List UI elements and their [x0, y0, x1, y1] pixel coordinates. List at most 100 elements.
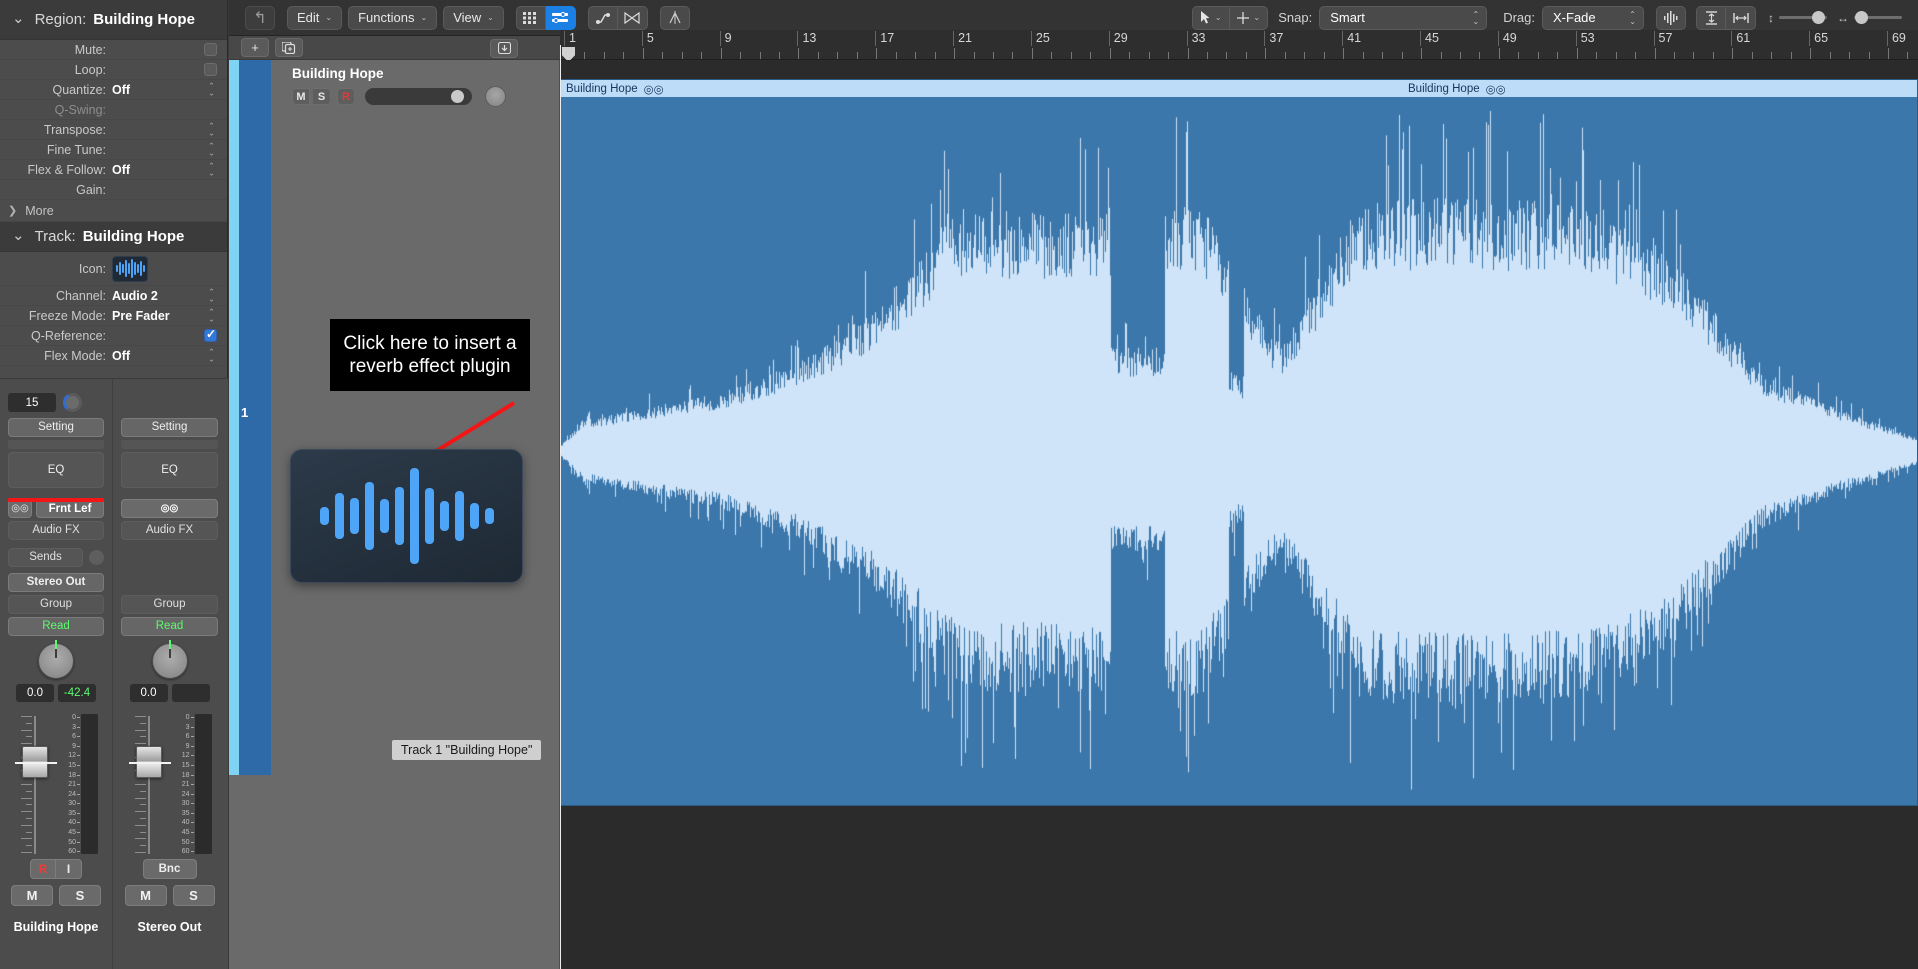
- eq-button[interactable]: EQ: [8, 452, 104, 488]
- track-record-button[interactable]: R: [337, 88, 355, 105]
- region-inspector-header[interactable]: ⌄ Region: Building Hope: [0, 0, 227, 40]
- duplicate-track-icon[interactable]: [275, 38, 303, 57]
- track-pan-knob[interactable]: [485, 86, 506, 107]
- stepper-icon[interactable]: ⌃ ⌄: [206, 308, 217, 323]
- inspector-row[interactable]: Freeze Mode: Pre Fader ⌃ ⌄: [0, 306, 227, 326]
- mute-button[interactable]: M: [11, 885, 53, 906]
- stepper-icon[interactable]: ⌃ ⌄: [206, 122, 217, 137]
- mute-button[interactable]: M: [124, 885, 167, 906]
- slider-track[interactable]: [1779, 11, 1827, 24]
- stepper-icon[interactable]: ⌃ ⌄: [206, 142, 217, 157]
- track-mute-button[interactable]: M: [292, 88, 310, 105]
- pointer-tool-icon[interactable]: ⌄: [1192, 5, 1231, 30]
- track-checkbox[interactable]: [204, 327, 217, 342]
- undo-arrow-icon[interactable]: ↰: [245, 5, 275, 30]
- inspector-row-value[interactable]: Off: [112, 349, 217, 363]
- track-volume-slider[interactable]: [365, 88, 472, 105]
- slider-thumb[interactable]: [1855, 11, 1868, 24]
- inspector-row[interactable]: Quantize: Off ⌃ ⌄: [0, 80, 227, 100]
- record-enable-icon[interactable]: [490, 38, 518, 58]
- region-checkbox[interactable]: [204, 43, 217, 56]
- inspector-row[interactable]: Gain:: [0, 180, 227, 200]
- audio-waveform-icon[interactable]: [112, 255, 148, 282]
- group-button[interactable]: Group: [121, 595, 218, 614]
- inspector-row[interactable]: Fine Tune: ⌃ ⌄: [0, 140, 227, 160]
- audio-fx-button[interactable]: Audio FX: [121, 521, 218, 540]
- audio-fx-button[interactable]: Audio FX: [8, 521, 104, 540]
- functions-menu[interactable]: Functions ⌄: [348, 5, 438, 30]
- bar-ruler[interactable]: 1 5 9 13 17 21 25 29 33 37 41 45 49 53 57 61 65 69: [560, 30, 1918, 62]
- inspector-row[interactable]: Flex & Follow: Off ⌃ ⌄: [0, 160, 227, 180]
- grid-view-icon[interactable]: [515, 5, 546, 30]
- inspector-row[interactable]: Q-Reference:: [0, 326, 227, 346]
- stepper-icon[interactable]: ⌃ ⌄: [206, 348, 217, 363]
- input-number-field[interactable]: 15: [8, 393, 56, 412]
- snap-select[interactable]: Smart ⌃ ⌄: [1319, 5, 1488, 30]
- drag-select[interactable]: X-Fade ⌃ ⌄: [1542, 5, 1644, 30]
- fade-icon[interactable]: [659, 5, 690, 30]
- pan-knob[interactable]: [151, 640, 188, 679]
- pan-value[interactable]: 0.0: [16, 684, 54, 702]
- track-title[interactable]: Building Hope: [292, 66, 559, 81]
- waveform-zoom-icon[interactable]: [1656, 5, 1686, 30]
- level-value[interactable]: [171, 684, 210, 702]
- edit-menu[interactable]: Edit ⌄: [287, 5, 343, 30]
- slider-track[interactable]: [1854, 11, 1902, 24]
- input-monitor-button[interactable]: I: [56, 859, 82, 879]
- vertical-zoom-icon[interactable]: [1696, 5, 1726, 30]
- track-solo-button[interactable]: S: [313, 88, 331, 105]
- horizontal-zoom-slider[interactable]: ↔: [1837, 11, 1902, 25]
- vertical-zoom-slider[interactable]: ↕: [1768, 11, 1827, 25]
- setting-button[interactable]: Setting: [121, 418, 218, 437]
- inspector-row-value[interactable]: Off: [112, 83, 217, 97]
- track-volume-handle[interactable]: [451, 90, 464, 103]
- stepper-icon[interactable]: ⌃ ⌄: [206, 162, 217, 177]
- region-checkbox[interactable]: [204, 63, 217, 76]
- volume-fader[interactable]: [10, 714, 57, 854]
- output-button[interactable]: Stereo Out: [8, 573, 104, 592]
- fader-handle[interactable]: [128, 746, 171, 778]
- solo-button[interactable]: S: [172, 885, 215, 906]
- inspector-row[interactable]: Loop:: [0, 60, 227, 80]
- record-enable-button[interactable]: R: [30, 859, 56, 879]
- arrange-area[interactable]: Building Hope ◎◎ Building Hope ◎◎: [560, 60, 1918, 969]
- sends-button[interactable]: Sends: [8, 548, 83, 567]
- volume-fader[interactable]: [124, 714, 171, 854]
- inspector-row[interactable]: Transpose: ⌃ ⌄: [0, 120, 227, 140]
- region-more-disclosure[interactable]: ❯ More: [0, 200, 227, 222]
- view-menu[interactable]: View ⌄: [443, 5, 504, 30]
- horizontal-zoom-icon[interactable]: [1726, 5, 1756, 30]
- inspector-row[interactable]: Flex Mode: Off ⌃ ⌄: [0, 346, 227, 366]
- region-header[interactable]: Building Hope ◎◎ Building Hope ◎◎: [561, 80, 1917, 97]
- inspector-row-value[interactable]: Pre Fader: [112, 309, 217, 323]
- pan-knob[interactable]: [38, 640, 74, 679]
- automation-mode-button[interactable]: Read: [121, 617, 218, 636]
- automation-mode-button[interactable]: Read: [8, 617, 104, 636]
- stepper-icon[interactable]: ⌃ ⌄: [206, 82, 217, 97]
- inspector-row-value[interactable]: Off: [112, 163, 217, 177]
- inspector-row[interactable]: Channel: Audio 2 ⌃ ⌄: [0, 286, 227, 306]
- setting-button[interactable]: Setting: [8, 418, 104, 437]
- solo-button[interactable]: S: [59, 885, 101, 906]
- add-track-button[interactable]: +: [241, 38, 269, 57]
- slider-thumb[interactable]: [1812, 11, 1825, 24]
- input-gain-knob[interactable]: [63, 393, 82, 412]
- channel-strip-name[interactable]: Stereo Out: [121, 920, 218, 934]
- level-value[interactable]: -42.4: [58, 684, 96, 702]
- inspector-row[interactable]: Mute:: [0, 40, 227, 60]
- marquee-tool-icon[interactable]: ⌄: [1230, 5, 1269, 30]
- stepper-icon[interactable]: ⌃ ⌄: [206, 288, 217, 303]
- inspector-row[interactable]: Q-Swing:: [0, 100, 227, 120]
- group-button[interactable]: Group: [8, 595, 104, 614]
- automation-icon[interactable]: [587, 5, 618, 30]
- channel-strip-name[interactable]: Building Hope: [8, 920, 104, 934]
- audio-region-building-hope[interactable]: Building Hope ◎◎ Building Hope ◎◎: [560, 79, 1918, 806]
- inspector-row-value[interactable]: Audio 2: [112, 289, 217, 303]
- stereo-input-icon[interactable]: ◎◎: [121, 499, 218, 518]
- track-header[interactable]: Building Hope M S R: [277, 60, 559, 115]
- pan-value[interactable]: 0.0: [129, 684, 168, 702]
- track-icon-row[interactable]: Icon:: [0, 252, 227, 286]
- list-view-icon[interactable]: [545, 5, 576, 30]
- send-level-knob[interactable]: [89, 550, 104, 565]
- audio-waveform-icon[interactable]: [290, 449, 523, 583]
